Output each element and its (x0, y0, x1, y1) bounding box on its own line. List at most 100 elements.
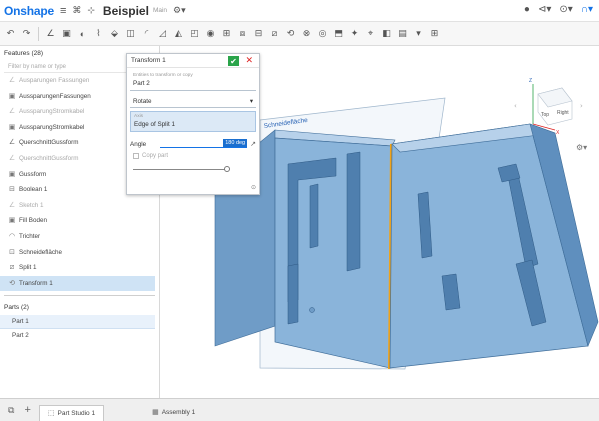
flip-direction-icon[interactable]: ↗ (250, 140, 256, 148)
part-item[interactable]: Part 2 (0, 329, 159, 343)
entities-value: Part 2 (133, 80, 150, 87)
tab-part-studio[interactable]: ⬚ Part Studio 1 (38, 405, 105, 421)
section-view-icon[interactable]: ◧ (380, 27, 393, 40)
branch-label[interactable]: Main (153, 7, 167, 14)
feature-item-label: AussparungStromkabel (19, 108, 85, 116)
view-options-icon[interactable]: ⚙▾ (576, 143, 587, 152)
measure-icon[interactable]: ⌖ (364, 27, 377, 40)
feature-item-label: Trichter (19, 232, 41, 240)
view-left-arrow-icon[interactable]: ‹ (514, 102, 517, 110)
share-icon[interactable]: ⊲▾ (538, 4, 551, 15)
fillet-tool-icon[interactable]: ◜ (140, 27, 153, 40)
axis-value: Edge of Split 1 (134, 121, 175, 128)
feature-item-label: QuerschnittGussform (19, 139, 79, 147)
settings-icon[interactable]: ⚙▾ (173, 5, 186, 16)
sketch-tool-icon[interactable]: ∠ (44, 27, 57, 40)
view-cube-right-face[interactable]: Right (557, 110, 569, 116)
slider-track[interactable] (133, 169, 227, 170)
hole-tool-icon[interactable]: ◉ (204, 27, 217, 40)
axis-label-x: X (556, 130, 560, 136)
chamfer-tool-icon[interactable]: ◿ (156, 27, 169, 40)
extrude-tool-icon[interactable]: ▣ (60, 27, 73, 40)
part-item[interactable]: Part 1 (0, 315, 155, 330)
parts-list-header[interactable]: Parts (2) (0, 300, 159, 315)
more-tools-icon[interactable]: ▤ (396, 27, 409, 40)
slider-knob[interactable] (224, 166, 230, 172)
delete-part-icon[interactable]: ⊗ (300, 27, 313, 40)
comments-icon[interactable]: ● (524, 4, 530, 15)
transform-type-value: Rotate (133, 98, 152, 105)
dropdown-icon[interactable]: ▾ (412, 27, 425, 40)
assembly-icon: ▦ (152, 409, 159, 416)
toolbar-divider (38, 26, 39, 41)
tab-list: ⬚ Part Studio 1 ▦ Assembly 1 (31, 399, 203, 421)
dialog-help-icon[interactable]: ⊙ (251, 184, 256, 191)
feature-item[interactable]: ◠ Trichter (0, 229, 159, 245)
part-studio-icon: ⬚ (47, 409, 55, 417)
bottom-tab-bar: ⧉ + ⬚ Part Studio 1 ▦ Assembly 1 (0, 398, 599, 421)
draft-tool-icon[interactable]: ◭ (172, 27, 185, 40)
axis-field[interactable]: Axis Edge of Split 1 (130, 111, 256, 132)
left-pocket-narrow[interactable] (309, 183, 319, 249)
revolve-tool-icon[interactable]: ◐ (76, 27, 89, 40)
angle-value[interactable]: 180 deg (223, 139, 248, 147)
feature-item-label: AussparungenFassungen (19, 92, 91, 100)
plane-tool-icon[interactable]: ⬒ (332, 27, 345, 40)
loft-tool-icon[interactable]: ⬙ (108, 27, 121, 40)
feature-item-label: Transform 1 (19, 279, 53, 287)
feature-item-label: QuerschnittGussform (19, 154, 79, 162)
left-pocket-slot[interactable] (287, 263, 299, 325)
split-tool-icon[interactable]: ⧄ (268, 27, 281, 40)
parts-items: Part 1 Part 2 (0, 315, 159, 343)
expand-toolbar-icon[interactable]: ⊞ (428, 27, 441, 40)
mate-connector-icon[interactable]: ✦ (348, 27, 361, 40)
feature-item-label: Ausparungen Fassungen (19, 77, 90, 84)
rollback-slider[interactable] (133, 166, 253, 173)
modify-fillet-icon[interactable]: ◎ (316, 27, 329, 40)
redo-icon[interactable]: ↷ (20, 27, 33, 40)
feature-item[interactable]: ▣ Fill Boden (0, 213, 159, 229)
workspace-icon[interactable]: ⌘ (72, 5, 81, 16)
sketch-icon: ∠ (8, 154, 16, 162)
versions-icon[interactable]: ⊹ (87, 5, 95, 16)
feature-item[interactable]: ⧄ Split 1 (0, 260, 159, 276)
feature-item[interactable]: ⟲ Transform 1 (0, 275, 155, 292)
entities-field[interactable]: Entities to transform or copy Part 2 (130, 71, 256, 91)
top-right-actions: ● ⊲▾ ⊙▾ ∩▾ (524, 4, 593, 15)
thicken-tool-icon[interactable]: ◫ (124, 27, 137, 40)
transform-tool-icon[interactable]: ⟲ (284, 27, 297, 40)
angle-input[interactable]: 180 deg (160, 139, 248, 148)
left-pocket-right[interactable] (346, 151, 361, 272)
confirm-check-icon[interactable]: ✔ (228, 56, 239, 66)
sketch-icon: ∠ (8, 139, 16, 147)
feature-item-label: Split 1 (19, 264, 37, 272)
loft-icon: ◠ (8, 232, 16, 240)
extrude-icon: ▣ (8, 217, 16, 225)
tab-manager-icon[interactable]: ⧉ (8, 405, 14, 416)
copy-part-row: Copy part (133, 153, 256, 159)
document-title[interactable]: Beispiel (103, 4, 149, 18)
sketch-icon: ∠ (8, 201, 16, 209)
view-cube-top-face[interactable]: Top (541, 112, 549, 118)
help-icon[interactable]: ⊙▾ (559, 4, 572, 15)
sweep-tool-icon[interactable]: ⌇ (92, 27, 105, 40)
left-part-hole[interactable] (309, 307, 315, 313)
view-right-arrow-icon[interactable]: › (580, 102, 583, 110)
cancel-x-icon[interactable]: ✕ (245, 55, 253, 66)
menu-icon[interactable]: ≡ (60, 5, 66, 17)
transform-type-select[interactable]: Rotate ▾ (130, 96, 256, 108)
feature-item[interactable]: ⊡ Schneidefläche (0, 245, 159, 261)
mirror-tool-icon[interactable]: ⧈ (236, 27, 249, 40)
copy-part-checkbox[interactable] (133, 153, 139, 159)
feature-list-divider[interactable] (4, 295, 155, 297)
user-icon[interactable]: ∩▾ (581, 4, 593, 15)
transform-dialog: Transform 1 ✔ ✕ Entities to transform or… (126, 53, 260, 195)
undo-icon[interactable]: ↶ (4, 27, 17, 40)
tab-assembly[interactable]: ▦ Assembly 1 (144, 405, 203, 421)
onshape-logo[interactable]: Onshape (4, 4, 54, 18)
dialog-title: Transform 1 (131, 57, 166, 64)
pattern-tool-icon[interactable]: ⊞ (220, 27, 233, 40)
shell-tool-icon[interactable]: ◰ (188, 27, 201, 40)
boolean-tool-icon[interactable]: ⊟ (252, 27, 265, 40)
feature-item[interactable]: ∠ Sketch 1 (0, 198, 159, 214)
